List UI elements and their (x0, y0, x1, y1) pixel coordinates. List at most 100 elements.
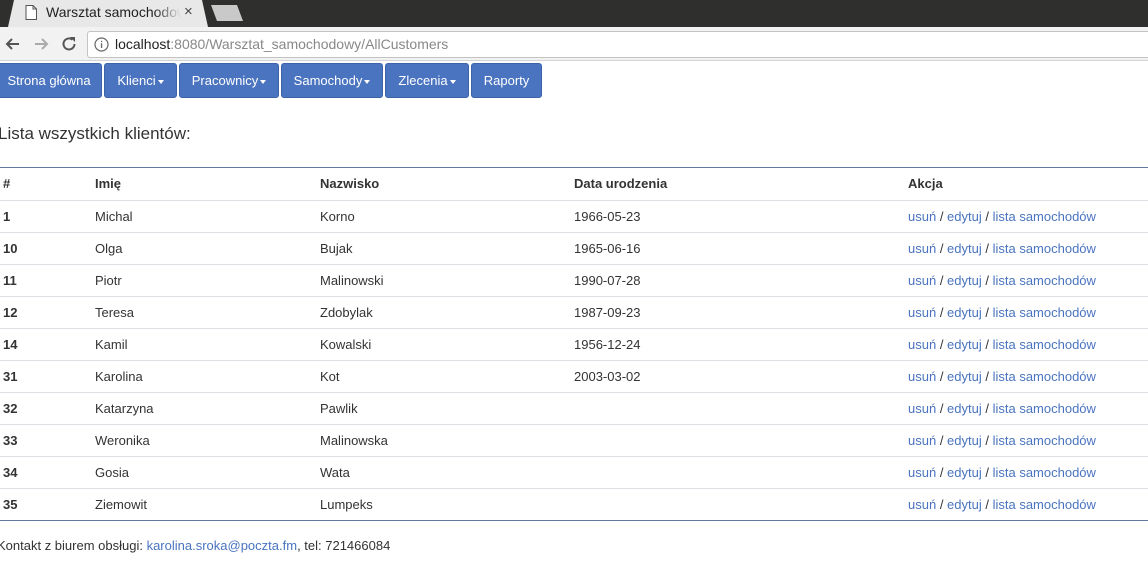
table-row: 1 Michal Korno 1966-05-23 usuń / edytuj / li… (0, 200, 1148, 232)
cell-actions: usuń / edytuj / lista samochodów (908, 201, 1096, 232)
nav-label: Zlecenia (398, 73, 448, 88)
nav-samochody[interactable]: Samochody (281, 63, 383, 98)
nav-label: Raporty (483, 73, 530, 88)
action-separator: / (981, 273, 993, 288)
cars-list-link[interactable]: lista samochodów (993, 369, 1096, 384)
cell-id: 1 (3, 209, 11, 224)
action-separator: / (936, 241, 948, 256)
tab-close-icon[interactable]: × (184, 3, 193, 20)
cars-list-link[interactable]: lista samochodów (993, 497, 1096, 512)
caret-down-icon (364, 79, 371, 84)
footer-email-link[interactable]: karolina.sroka@poczta.fm (147, 538, 297, 553)
cell-actions: usuń / edytuj / lista samochodów (908, 393, 1096, 424)
cell-birth-date: 1956-12-24 (574, 337, 641, 352)
cars-list-link[interactable]: lista samochodów (993, 337, 1096, 352)
edit-link[interactable]: edytuj (947, 209, 982, 224)
cell-actions: usuń / edytuj / lista samochodów (908, 329, 1096, 360)
action-separator: / (981, 369, 993, 384)
nav-klienci[interactable]: Klienci (104, 63, 177, 98)
forward-arrow-icon[interactable] (31, 34, 51, 54)
nav-label: Pracownicy (191, 73, 259, 88)
delete-link[interactable]: usuń (908, 497, 936, 512)
cell-id: 31 (3, 369, 18, 384)
cell-birth-date: 1965-06-16 (574, 241, 641, 256)
reload-icon[interactable] (59, 34, 79, 54)
edit-link[interactable]: edytuj (947, 305, 982, 320)
footer-contact: Kontakt z biurem obsługi: karolina.sroka… (0, 538, 390, 553)
edit-link[interactable]: edytuj (947, 369, 982, 384)
caret-down-icon (260, 79, 267, 84)
caret-down-icon (157, 79, 164, 84)
delete-link[interactable]: usuń (908, 241, 936, 256)
edit-link[interactable]: edytuj (947, 433, 982, 448)
cell-last-name: Kot (320, 369, 340, 384)
cell-id: 12 (3, 305, 18, 320)
delete-link[interactable]: usuń (908, 401, 936, 416)
delete-link[interactable]: usuń (908, 273, 936, 288)
browser-toolbar: localhost:8080/Warsztat_samochodowy/AllC… (0, 27, 1148, 61)
cell-last-name: Lumpeks (320, 497, 373, 512)
cell-last-name: Zdobylak (320, 305, 373, 320)
edit-link[interactable]: edytuj (947, 465, 982, 480)
address-bar[interactable]: localhost:8080/Warsztat_samochodowy/AllC… (87, 31, 1148, 58)
cell-last-name: Kowalski (320, 337, 372, 352)
delete-link[interactable]: usuń (908, 369, 936, 384)
cell-id: 33 (3, 433, 18, 448)
cell-first-name: Weronika (95, 433, 150, 448)
edit-link[interactable]: edytuj (947, 273, 982, 288)
delete-link[interactable]: usuń (908, 305, 936, 320)
delete-link[interactable]: usuń (908, 433, 936, 448)
nav-home[interactable]: Strona główna (0, 63, 102, 98)
action-separator: / (936, 273, 948, 288)
cell-first-name: Michal (95, 209, 133, 224)
cell-actions: usuń / edytuj / lista samochodów (908, 233, 1096, 264)
table-row: 10 Olga Bujak 1965-06-16 usuń / edytuj / lis… (0, 232, 1148, 264)
header-first-name: Imię (95, 176, 122, 191)
info-icon[interactable] (94, 37, 109, 52)
table-row: 32 Katarzyna Pawlik usuń / edytuj / lista s… (0, 392, 1148, 424)
back-arrow-icon[interactable] (3, 34, 23, 54)
header-birth-date: Data urodzenia (574, 176, 668, 191)
cell-last-name: Pawlik (320, 401, 358, 416)
cars-list-link[interactable]: lista samochodów (993, 305, 1096, 320)
header-id: # (3, 176, 11, 191)
cell-id: 32 (3, 401, 18, 416)
cell-actions: usuń / edytuj / lista samochodów (908, 265, 1096, 296)
nav-pracownicy[interactable]: Pracownicy (179, 63, 279, 98)
edit-link[interactable]: edytuj (947, 497, 982, 512)
delete-link[interactable]: usuń (908, 465, 936, 480)
cell-birth-date: 2003-03-02 (574, 369, 641, 384)
header-last-name: Nazwisko (320, 176, 380, 191)
nav-raporty[interactable]: Raporty (471, 63, 542, 98)
header-action: Akcja (908, 176, 943, 191)
table-row: 12 Teresa Zdobylak 1987-09-23 usuń / edytuj … (0, 296, 1148, 328)
cell-first-name: Katarzyna (95, 401, 154, 416)
cars-list-link[interactable]: lista samochodów (993, 401, 1096, 416)
action-separator: / (936, 465, 948, 480)
cell-id: 14 (3, 337, 18, 352)
cars-list-link[interactable]: lista samochodów (993, 241, 1096, 256)
table-header-row: # Imię Nazwisko Data urodzenia Akcja (0, 168, 1148, 200)
nav-zlecenia[interactable]: Zlecenia (385, 63, 469, 98)
cars-list-link[interactable]: lista samochodów (993, 273, 1096, 288)
edit-link[interactable]: edytuj (947, 241, 982, 256)
table-body: 1 Michal Korno 1966-05-23 usuń / edytuj / li… (0, 200, 1148, 520)
cars-list-link[interactable]: lista samochodów (993, 465, 1096, 480)
cell-last-name: Malinowska (320, 433, 388, 448)
action-separator: / (981, 337, 993, 352)
url-text[interactable]: localhost:8080/Warsztat_samochodowy/AllC… (115, 36, 448, 52)
action-separator: / (936, 337, 948, 352)
edit-link[interactable]: edytuj (947, 337, 982, 352)
table-row: 31 Karolina Kot 2003-03-02 usuń / edytuj / l… (0, 360, 1148, 392)
new-tab-button[interactable] (211, 5, 243, 21)
cell-first-name: Ziemowit (95, 497, 148, 512)
action-separator: / (936, 305, 948, 320)
delete-link[interactable]: usuń (908, 337, 936, 352)
footer-prefix: Kontakt z biurem obsługi: (0, 538, 147, 553)
action-separator: / (981, 241, 993, 256)
edit-link[interactable]: edytuj (947, 401, 982, 416)
cars-list-link[interactable]: lista samochodów (993, 209, 1096, 224)
cell-birth-date: 1966-05-23 (574, 209, 641, 224)
cars-list-link[interactable]: lista samochodów (993, 433, 1096, 448)
delete-link[interactable]: usuń (908, 209, 936, 224)
